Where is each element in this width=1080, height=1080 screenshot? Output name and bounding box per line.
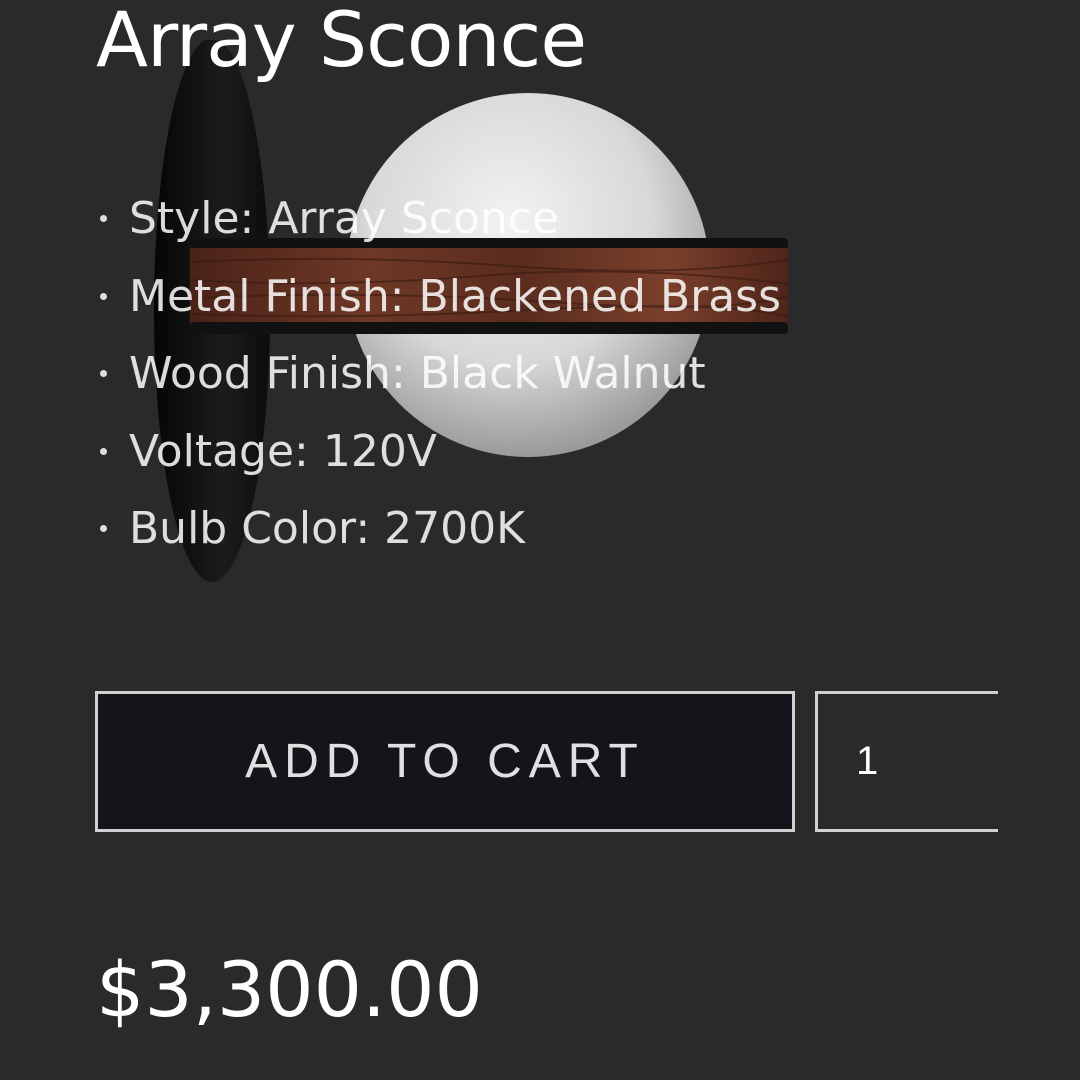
spec-text: Wood Finish: Black Walnut xyxy=(129,348,706,400)
spec-text: Metal Finish: Blackened Brass xyxy=(129,270,782,322)
spec-item-metal-finish: Metal Finish: Blackened Brass xyxy=(96,258,781,336)
bullet-icon xyxy=(100,215,107,223)
bullet-icon xyxy=(100,292,107,300)
spec-item-voltage: Voltage: 120V xyxy=(96,413,781,491)
add-to-cart-button[interactable]: ADD TO CART xyxy=(95,691,795,832)
spec-item-bulb-color: Bulb Color: 2700K xyxy=(96,490,781,568)
bullet-icon xyxy=(100,525,107,533)
quantity-input[interactable] xyxy=(818,694,998,829)
spec-list: Style: Array Sconce Metal Finish: Blacke… xyxy=(96,180,781,568)
bullet-icon xyxy=(100,447,107,455)
bullet-icon xyxy=(100,370,107,378)
spec-text: Bulb Color: 2700K xyxy=(129,503,525,555)
spec-text: Voltage: 120V xyxy=(129,425,437,477)
price: $3,300.00 xyxy=(96,945,483,1034)
spec-text: Style: Array Sconce xyxy=(129,193,560,245)
spec-item-style: Style: Array Sconce xyxy=(96,180,781,258)
quantity-field-container xyxy=(815,691,998,832)
product-title: Array Sconce xyxy=(96,0,587,84)
spec-item-wood-finish: Wood Finish: Black Walnut xyxy=(96,335,781,413)
